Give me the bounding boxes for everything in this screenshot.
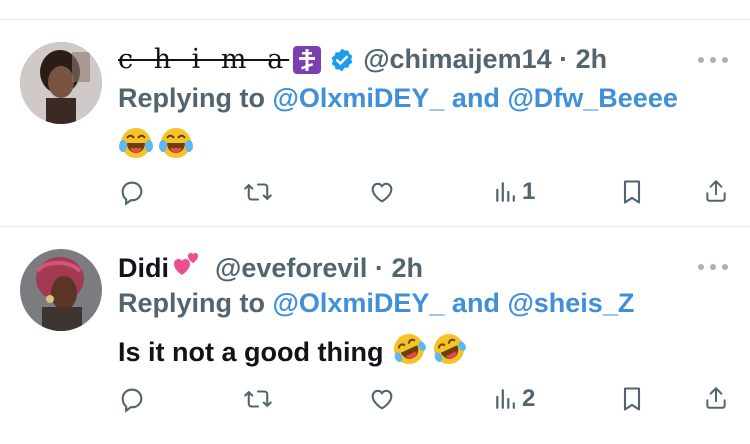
repost-icon	[244, 390, 272, 408]
reply-icon	[121, 388, 143, 413]
views-icon	[496, 182, 515, 202]
display-name-row: Didi @eveforevil · 2h	[118, 251, 423, 286]
replying-to-label: Replying to	[118, 83, 265, 113]
tweet-2[interactable]: Didi @eveforevil · 2h Replying to @Olxmi…	[0, 227, 750, 444]
replying-to-line: Replying to @OlxmiDEY_ and @sheis_Z	[118, 288, 634, 319]
handle[interactable]: @chimaijem14	[363, 44, 551, 74]
like-button[interactable]	[368, 178, 396, 206]
mention-link-2[interactable]: @sheis_Z	[507, 288, 634, 318]
orthodox-cross-emoji	[293, 45, 322, 74]
avatar[interactable]	[20, 249, 102, 331]
views-button[interactable]: 1	[494, 178, 535, 206]
tweet-text-content: Is it not a good thing	[118, 337, 384, 367]
separator-dot: ·	[374, 253, 384, 283]
display-name-row: c h i m a @chimaijem14 · 2h	[118, 44, 607, 75]
share-icon	[706, 180, 726, 202]
bookmark-button[interactable]	[619, 178, 645, 206]
laughing-tears-emoji	[158, 124, 194, 167]
display-name[interactable]: Didi	[118, 253, 169, 284]
repost-icon	[244, 183, 272, 201]
mention-conjunction[interactable]: and	[452, 288, 500, 318]
more-options-icon[interactable]	[698, 263, 728, 271]
share-button[interactable]	[703, 384, 729, 412]
mention-link-2[interactable]: @Dfw_Beeee	[507, 83, 677, 113]
views-count: 2	[522, 385, 536, 412]
views-button[interactable]: 2	[494, 385, 535, 413]
mention-link-1[interactable]: @OlxmiDEY_	[273, 288, 445, 318]
reply-icon	[121, 181, 143, 206]
replying-to-line: Replying to @OlxmiDEY_ and @Dfw_Beeee	[118, 83, 678, 114]
avatar[interactable]	[20, 42, 102, 124]
two-hearts-emoji	[171, 251, 201, 286]
display-name[interactable]: c h i m a	[118, 44, 289, 75]
action-bar: 1	[0, 172, 750, 212]
laughing-tears-emoji	[118, 124, 154, 167]
action-bar: 2	[0, 379, 750, 419]
handle[interactable]: @eveforevil	[215, 253, 367, 283]
separator-dot: ·	[559, 44, 569, 74]
mention-link-1[interactable]: @OlxmiDEY_	[273, 83, 445, 113]
rofl-emoji	[391, 331, 427, 374]
share-button[interactable]	[703, 177, 729, 205]
views-count: 1	[522, 178, 536, 205]
tweet-text: Is it not a good thing	[118, 331, 467, 374]
repost-button[interactable]	[243, 178, 273, 206]
tweet-text	[118, 124, 194, 167]
bookmark-icon	[623, 387, 641, 411]
like-button[interactable]	[368, 385, 396, 413]
reply-button[interactable]	[118, 385, 146, 413]
reply-button[interactable]	[118, 178, 146, 206]
views-icon	[496, 389, 515, 409]
rofl-emoji	[431, 331, 467, 374]
repost-button[interactable]	[243, 385, 273, 413]
timestamp[interactable]: 2h	[576, 44, 608, 74]
more-options-icon[interactable]	[698, 56, 728, 64]
tweet-1[interactable]: c h i m a @chimaijem14 · 2h Replying to …	[0, 20, 750, 225]
verified-badge	[329, 47, 355, 73]
mention-conjunction[interactable]: and	[452, 83, 500, 113]
heart-icon	[371, 389, 393, 410]
replying-to-label: Replying to	[118, 288, 265, 318]
timestamp[interactable]: 2h	[391, 253, 423, 283]
share-icon	[706, 387, 726, 409]
bookmark-icon	[623, 180, 641, 204]
heart-icon	[371, 182, 393, 203]
bookmark-button[interactable]	[619, 385, 645, 413]
